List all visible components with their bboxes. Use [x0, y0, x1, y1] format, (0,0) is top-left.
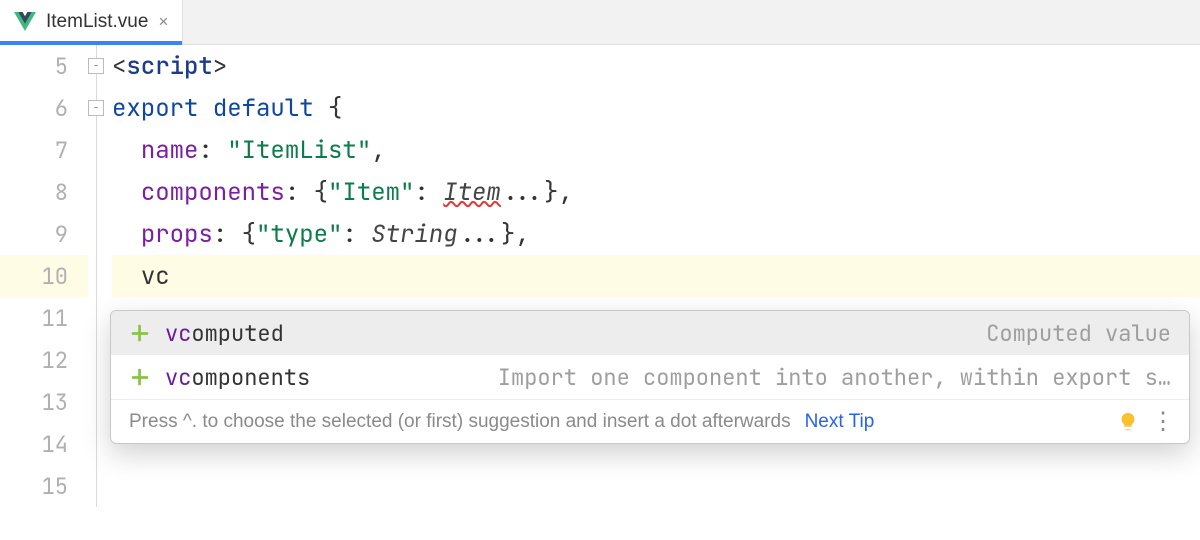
code-line	[112, 465, 1200, 507]
more-icon[interactable]: ⋮	[1147, 410, 1179, 434]
line-number: 15	[0, 465, 88, 507]
line-number: 13	[0, 381, 88, 423]
completion-hint-bar: Press ^. to choose the selected (or firs…	[111, 399, 1189, 443]
file-tab[interactable]: ItemList.vue ×	[0, 0, 183, 44]
line-number: 14	[0, 423, 88, 465]
code-line: <script>	[112, 45, 1200, 87]
line-number: 12	[0, 339, 88, 381]
fold-toggle-icon[interactable]: −	[88, 58, 104, 74]
completion-desc: Computed value	[986, 319, 1171, 348]
tab-bar: ItemList.vue ×	[0, 0, 1200, 45]
line-number: 9	[0, 213, 88, 255]
completion-hint-text: Press ^. to choose the selected (or firs…	[129, 411, 791, 433]
code-line: vc	[112, 255, 1200, 297]
code-line: name: "ItemList",	[112, 129, 1200, 171]
line-number: 7	[0, 129, 88, 171]
next-tip-link[interactable]: Next Tip	[805, 411, 875, 433]
line-number: 10	[0, 255, 88, 297]
code-line: props: {"type": String...},	[112, 213, 1200, 255]
line-number: 11	[0, 297, 88, 339]
close-icon[interactable]: ×	[158, 12, 168, 32]
line-number: 5	[0, 45, 88, 87]
line-number: 6	[0, 87, 88, 129]
live-template-icon	[129, 366, 151, 388]
completion-desc: Import one component into another, withi…	[498, 363, 1171, 392]
fold-toggle-icon[interactable]: −	[88, 100, 104, 116]
gutter: 5 6 7 8 9 10 11 12 13 14 15	[0, 45, 88, 507]
code-line: components: {"Item": Item...},	[112, 171, 1200, 213]
vue-icon	[14, 12, 36, 32]
lightbulb-icon[interactable]	[1117, 411, 1139, 433]
fold-column: − −	[88, 45, 112, 507]
code-line: export default {	[112, 87, 1200, 129]
file-tab-label: ItemList.vue	[46, 11, 148, 33]
completion-popup: vcomputed Computed value vcomponents Imp…	[110, 310, 1190, 444]
completion-label: vcomponents	[165, 363, 310, 392]
completion-item[interactable]: vcomputed Computed value	[111, 311, 1189, 355]
completion-label: vcomputed	[165, 319, 284, 348]
live-template-icon	[129, 322, 151, 344]
line-number: 8	[0, 171, 88, 213]
completion-item[interactable]: vcomponents Import one component into an…	[111, 355, 1189, 399]
